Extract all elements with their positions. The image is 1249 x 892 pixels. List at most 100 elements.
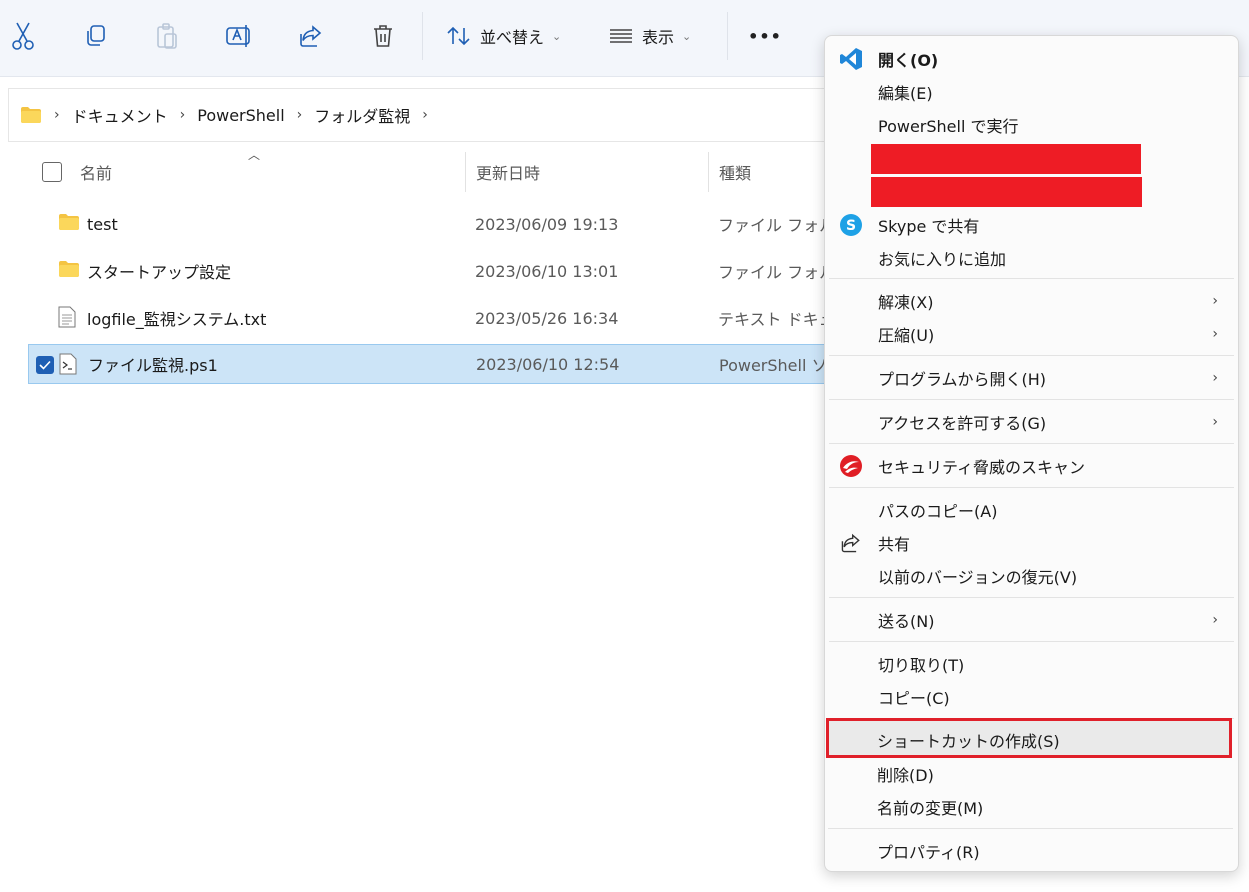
address-bar[interactable]: › ドキュメント › PowerShell › フォルダ監視 › xyxy=(8,88,839,142)
menu-label: 切り取り(T) xyxy=(878,655,965,675)
menu-label: プロパティ(R) xyxy=(877,842,980,862)
view-label: 表示 xyxy=(642,28,675,47)
redaction-block xyxy=(871,177,1142,207)
menu-item-copy[interactable]: コピー(C) xyxy=(829,680,1234,713)
scissors-icon xyxy=(12,22,34,50)
column-header-name[interactable]: 名前 xyxy=(80,150,112,194)
menu-item-properties[interactable]: プロパティ(R) xyxy=(828,834,1233,867)
menu-item-restore-versions[interactable]: 以前のバージョンの復元(V) xyxy=(829,559,1234,592)
chevron-right-icon: › xyxy=(1212,369,1218,386)
menu-item-edit[interactable]: 編集(E) xyxy=(829,75,1234,108)
copy-button[interactable] xyxy=(80,18,110,54)
menu-item-create-shortcut[interactable]: ショートカットの作成(S) xyxy=(828,723,1233,756)
chevron-right-icon: › xyxy=(1212,413,1218,430)
column-type-label: 種類 xyxy=(719,164,752,183)
column-divider[interactable] xyxy=(708,152,709,192)
skype-icon: S xyxy=(840,214,862,236)
folder-icon xyxy=(59,261,79,277)
menu-separator xyxy=(829,487,1234,488)
menu-item-open[interactable]: 開く(O) xyxy=(829,42,1234,75)
column-date-label: 更新日時 xyxy=(476,164,541,183)
file-date: 2023/06/09 19:13 xyxy=(475,214,619,234)
file-row[interactable]: test 2023/06/09 19:13 ファイル フォルダー xyxy=(28,204,828,244)
menu-separator xyxy=(829,278,1234,279)
menu-item-run-powershell[interactable]: PowerShell で実行 xyxy=(829,108,1234,141)
more-options-button[interactable]: ••• xyxy=(745,18,785,54)
file-date: 2023/06/10 13:01 xyxy=(475,261,619,281)
chevron-right-icon: › xyxy=(422,107,428,123)
view-button[interactable]: 表示 ⌄ xyxy=(608,18,708,54)
menu-item-send-to[interactable]: 送る(N) › xyxy=(829,603,1234,636)
menu-label: 以前のバージョンの復元(V) xyxy=(878,567,1078,587)
file-row[interactable]: logfile_監視システム.txt 2023/05/26 16:34 テキスト… xyxy=(28,298,828,338)
menu-item-rename[interactable]: 名前の変更(M) xyxy=(828,790,1233,823)
menu-item-copy-path[interactable]: パスのコピー(A) xyxy=(829,493,1234,526)
share-button[interactable] xyxy=(296,18,326,54)
menu-separator xyxy=(828,828,1233,829)
menu-label: お気に入りに追加 xyxy=(878,249,1007,269)
share-icon xyxy=(300,25,322,47)
menu-label: プログラムから開く(H) xyxy=(878,369,1047,389)
trash-icon xyxy=(374,25,392,47)
menu-label: PowerShell で実行 xyxy=(878,116,1019,136)
cut-button[interactable] xyxy=(8,18,38,54)
file-name: スタートアップ設定 xyxy=(87,263,232,282)
chevron-right-icon: › xyxy=(1212,611,1218,628)
sort-label: 並べ替え xyxy=(480,28,545,47)
file-type: テキスト ドキュメント xyxy=(718,310,828,329)
chevron-down-icon: ⌄ xyxy=(682,29,692,43)
menu-item-compress[interactable]: 圧縮(U) › xyxy=(829,317,1234,350)
menu-item-security-scan[interactable]: セキュリティ脅威のスキャン xyxy=(829,449,1234,482)
menu-label: 開く(O) xyxy=(878,50,939,70)
powershell-file-icon xyxy=(59,353,77,375)
copy-icon xyxy=(87,25,105,46)
chevron-right-icon: › xyxy=(179,107,186,123)
row-checkbox[interactable] xyxy=(36,356,54,374)
column-header-type[interactable]: 種類 xyxy=(719,150,751,194)
breadcrumb-folder-monitor[interactable]: フォルダ監視 xyxy=(314,103,410,127)
menu-item-extract[interactable]: 解凍(X) › xyxy=(829,284,1234,317)
menu-item-delete[interactable]: 削除(D) xyxy=(828,757,1233,790)
menu-label: Skype で共有 xyxy=(878,216,980,236)
folder-icon xyxy=(59,214,79,230)
sort-button[interactable]: 並べ替え ⌄ xyxy=(446,18,576,54)
paste-button[interactable] xyxy=(152,18,182,54)
file-type: ファイル フォルダー xyxy=(718,263,828,282)
file-name: logfile_監視システム.txt xyxy=(87,310,267,329)
menu-separator xyxy=(829,597,1234,598)
chevron-right-icon: › xyxy=(1212,292,1218,309)
menu-item-give-access[interactable]: アクセスを許可する(G) › xyxy=(829,405,1234,438)
column-divider[interactable] xyxy=(465,152,466,192)
file-row-selected[interactable]: ファイル監視.ps1 2023/06/10 12:54 PowerShell ソ… xyxy=(28,344,829,384)
text-file-icon xyxy=(58,306,76,328)
breadcrumb-documents[interactable]: ドキュメント xyxy=(72,103,168,127)
redaction-block xyxy=(871,144,1141,174)
menu-item-skype-share[interactable]: S Skype で共有 xyxy=(829,208,1234,241)
breadcrumb-powershell[interactable]: PowerShell xyxy=(197,106,284,125)
file-type: ファイル フォルダー xyxy=(718,216,828,235)
menu-label: 送る(N) xyxy=(878,611,935,631)
delete-button[interactable] xyxy=(368,18,398,54)
file-date: 2023/06/10 12:54 xyxy=(476,354,620,374)
menu-label: 圧縮(U) xyxy=(878,325,935,345)
menu-label: セキュリティ脅威のスキャン xyxy=(878,457,1086,477)
more-icon: ••• xyxy=(748,26,782,46)
share-icon xyxy=(841,533,860,553)
column-header-date[interactable]: 更新日時 xyxy=(476,150,540,194)
chevron-right-icon: › xyxy=(54,107,60,123)
rename-button[interactable] xyxy=(224,18,254,54)
menu-item-cut[interactable]: 切り取り(T) xyxy=(829,647,1234,680)
menu-separator xyxy=(829,355,1234,356)
file-name: test xyxy=(87,214,118,234)
menu-item-add-favorites[interactable]: お気に入りに追加 xyxy=(829,241,1234,274)
select-all-checkbox[interactable] xyxy=(42,162,62,182)
menu-label: 削除(D) xyxy=(877,765,934,785)
toolbar-divider xyxy=(727,12,728,60)
file-date: 2023/05/26 16:34 xyxy=(475,308,619,328)
chevron-right-icon: › xyxy=(296,107,303,123)
file-name: ファイル監視.ps1 xyxy=(88,356,218,375)
file-row[interactable]: スタートアップ設定 2023/06/10 13:01 ファイル フォルダー xyxy=(28,251,828,291)
column-name-label: 名前 xyxy=(80,164,113,183)
menu-item-share[interactable]: 共有 xyxy=(829,526,1234,559)
menu-item-open-with[interactable]: プログラムから開く(H) › xyxy=(829,361,1234,394)
